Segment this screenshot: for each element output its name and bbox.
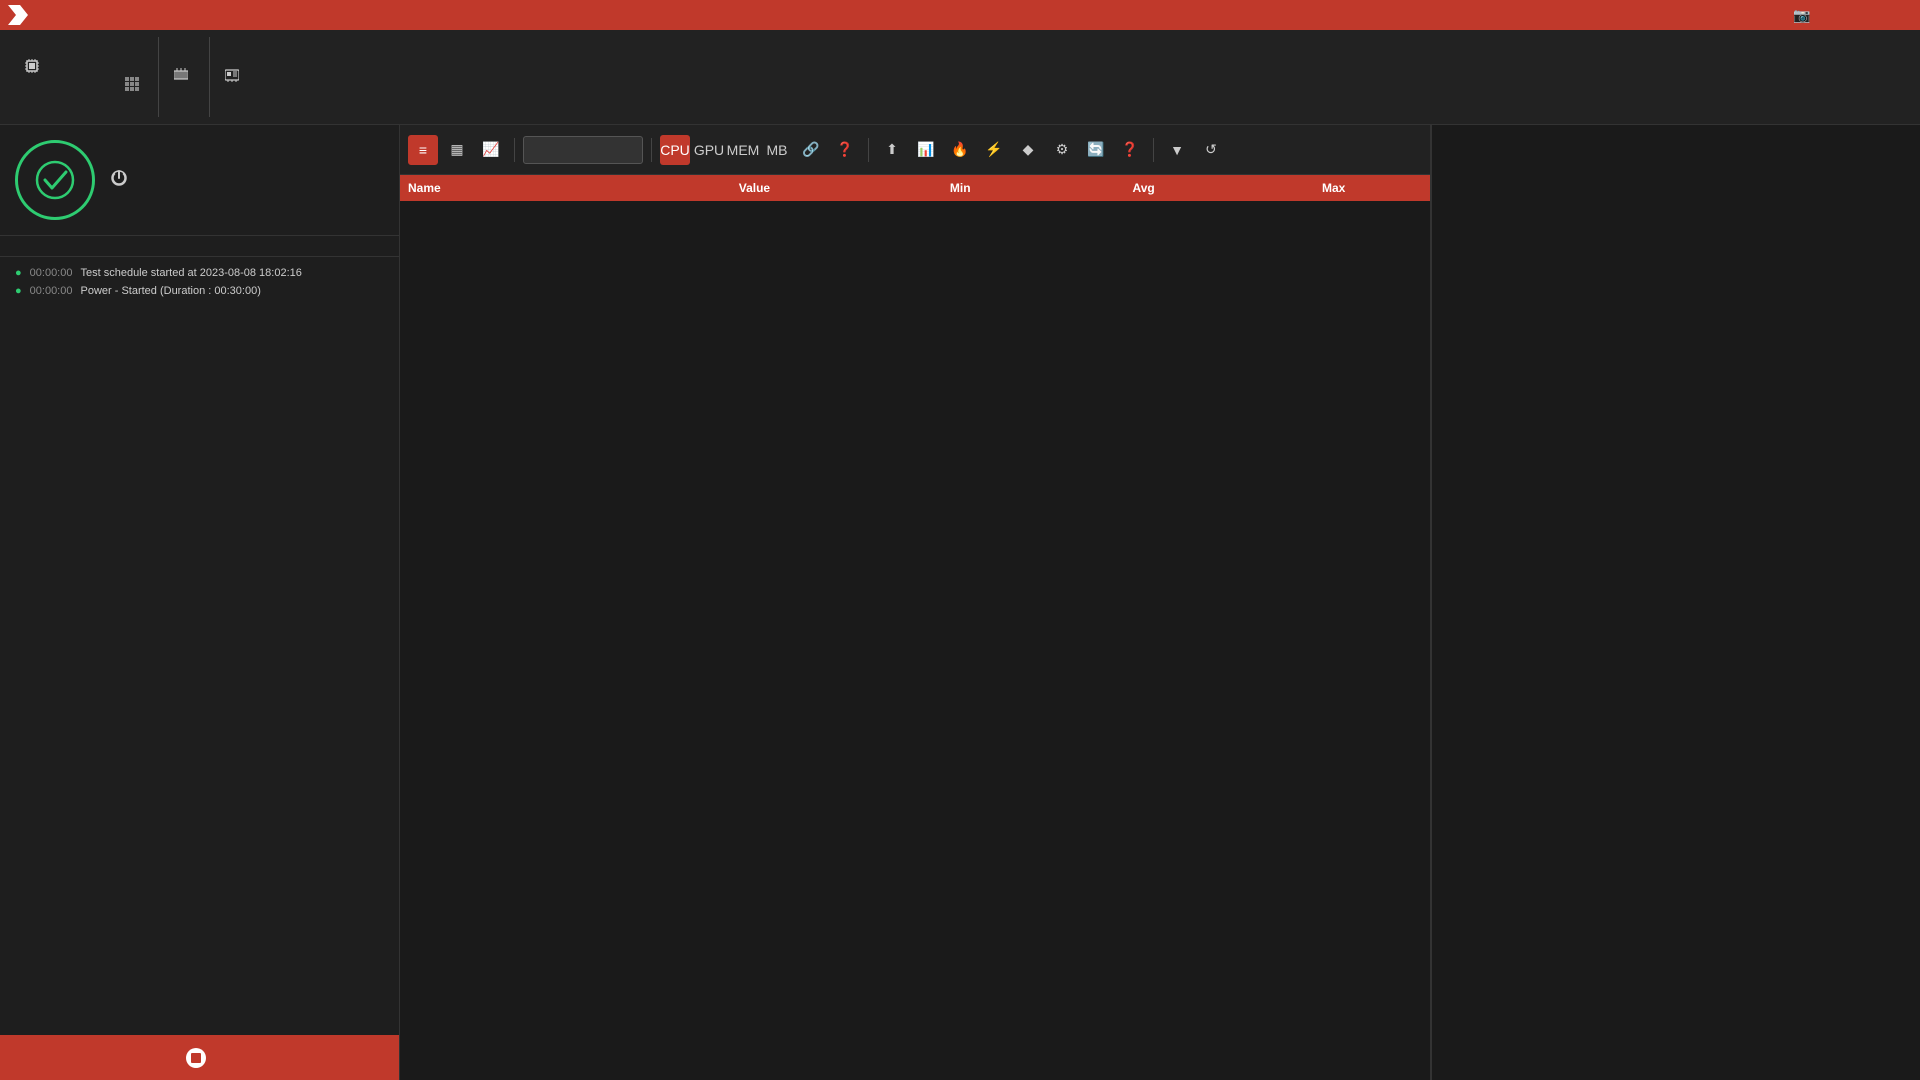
cpu-stats-section (10, 37, 159, 117)
power-section (0, 125, 399, 236)
stop-square-icon (191, 1053, 201, 1063)
toolbar-net-btn[interactable]: 🔗 (796, 135, 826, 165)
stop-button[interactable] (0, 1035, 399, 1080)
toolbar-chart-btn[interactable]: 📈 (476, 135, 506, 165)
stop-circle-icon (186, 1048, 206, 1068)
toolbar-gpu-btn[interactable]: GPU (694, 135, 724, 165)
table-header-row: Name Value Min Avg Max (400, 175, 1430, 201)
log-time-2: 00:00:00 (30, 285, 73, 297)
close-button[interactable] (1884, 3, 1912, 27)
toolbar-grid-btn[interactable]: ▦ (442, 135, 472, 165)
gpu-header (225, 68, 305, 82)
occt-logo (8, 5, 28, 25)
titlebar-left (8, 5, 36, 25)
sensor-table: Name Value Min Avg Max (400, 175, 1430, 201)
cpu-grid-icon (125, 77, 143, 95)
toolbar-reload-btn[interactable]: ↺ (1196, 135, 1226, 165)
mode-section (0, 236, 399, 257)
center-panel: ≡ ▦ 📈 CPU GPU MEM MB 🔗 ❓ ⬆ 📊 🔥 ⚡ ◆ ⚙ 🔄 ❓… (400, 125, 1430, 1080)
toolbar-refresh-btn[interactable]: 🔄 (1081, 135, 1111, 165)
toolbar-mem-btn[interactable]: MEM (728, 135, 758, 165)
gpu-icon (225, 68, 239, 82)
statsbar (0, 30, 1920, 125)
gpu-stats-section (210, 37, 320, 117)
cpu-header (25, 59, 143, 73)
toolbar-filter-btn[interactable]: ▼ (1162, 135, 1192, 165)
titlebar-controls: 📷 (1756, 3, 1912, 27)
toolbar-list-btn[interactable]: ≡ (408, 135, 438, 165)
toolbar-sep-1 (514, 138, 515, 162)
toolbar-diamond-btn[interactable]: ◆ (1013, 135, 1043, 165)
main-area: ● 00:00:00 Test schedule started at 2023… (0, 125, 1920, 1080)
minimize-button[interactable] (1820, 3, 1848, 27)
toolbar-info-btn[interactable]: ❓ (830, 135, 860, 165)
toolbar-settings-btn[interactable]: ⚙ (1047, 135, 1077, 165)
log-entry-1: ● 00:00:00 Test schedule started at 2023… (15, 267, 384, 279)
cpu-values (25, 77, 143, 95)
memory-icon (174, 68, 188, 82)
power-status-circle (15, 140, 95, 220)
right-panel (1430, 125, 1920, 1080)
toolbar-up-btn[interactable]: ⬆ (877, 135, 907, 165)
toolbar-sep-3 (868, 138, 869, 162)
memory-stats-section (159, 37, 210, 117)
maximize-button[interactable] (1852, 3, 1880, 27)
col-max: Max (1237, 175, 1430, 201)
log-section: ● 00:00:00 Test schedule started at 2023… (0, 257, 399, 1035)
toolbar-analytics-btn[interactable]: 📊 (911, 135, 941, 165)
screenshot-button[interactable]: 📷 (1788, 3, 1816, 27)
data-table: Name Value Min Avg Max (400, 175, 1430, 1080)
toolbar-mb-btn[interactable]: MB (762, 135, 792, 165)
toolbar-sep-2 (651, 138, 652, 162)
toolbar-sep-4 (1153, 138, 1154, 162)
cpu-icon (25, 59, 39, 73)
log-msg-2: Power - Started (Duration : 00:30:00) (80, 285, 260, 297)
toolbar-cpu-btn[interactable]: CPU (660, 135, 690, 165)
col-avg: Avg (1050, 175, 1237, 201)
toolbar-heat-btn[interactable]: 🔥 (945, 135, 975, 165)
filter-input[interactable] (523, 136, 643, 164)
help-button[interactable] (1756, 3, 1784, 27)
titlebar: 📷 (0, 0, 1920, 30)
log-msg-1: Test schedule started at 2023-08-08 18:0… (80, 267, 301, 279)
left-panel: ● 00:00:00 Test schedule started at 2023… (0, 125, 400, 1080)
power-info (110, 169, 369, 191)
log-icon-2: ● (15, 285, 22, 297)
check-icon (35, 160, 75, 200)
memory-header (174, 68, 194, 82)
toolbar-help-btn[interactable]: ❓ (1115, 135, 1145, 165)
log-time-1: 00:00:00 (30, 267, 73, 279)
toolbar-power-btn[interactable]: ⚡ (979, 135, 1009, 165)
log-icon-1: ● (15, 267, 22, 279)
col-value: Value (638, 175, 870, 201)
col-name: Name (400, 175, 638, 201)
toolbar: ≡ ▦ 📈 CPU GPU MEM MB 🔗 ❓ ⬆ 📊 🔥 ⚡ ◆ ⚙ 🔄 ❓… (400, 125, 1430, 175)
power-icon (110, 169, 128, 187)
power-title (110, 169, 369, 187)
col-min: Min (870, 175, 1050, 201)
log-entry-2: ● 00:00:00 Power - Started (Duration : 0… (15, 285, 384, 297)
